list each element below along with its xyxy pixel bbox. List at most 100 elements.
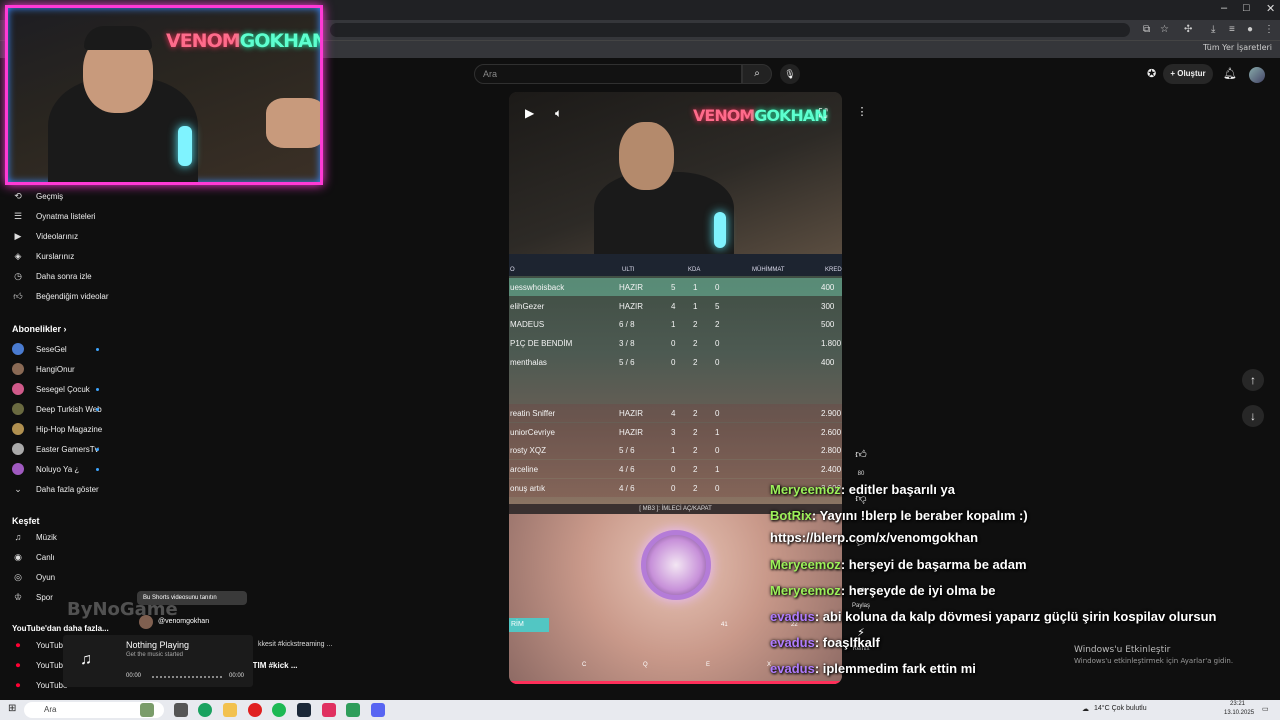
show-more-button[interactable]: ⌄ Daha fazla göster xyxy=(12,480,98,498)
sidebar-item[interactable]: ◷ Daha sonra izle xyxy=(12,267,92,285)
chat-username: Meryeemoz xyxy=(770,583,841,598)
sidebar-item[interactable]: 👍︎ Beğendiğim videolar xyxy=(12,287,108,305)
score-k: 0 xyxy=(671,339,676,349)
taskbar-widget-icon[interactable] xyxy=(140,703,154,717)
live-indicator xyxy=(96,348,99,351)
webcam-overlay: VENOMGOKHAN xyxy=(5,5,323,185)
create-button[interactable]: + Oluştur xyxy=(1163,64,1213,84)
live-indicator xyxy=(96,468,99,471)
subscription-item[interactable]: HangiOnur xyxy=(12,360,75,378)
minimize-button[interactable]: – xyxy=(1221,2,1227,14)
all-bookmarks-link[interactable]: Tüm Yer İşaretleri xyxy=(1203,43,1272,52)
score-k: 4 xyxy=(671,301,676,311)
sidebar-item[interactable]: ☰ Oynatma listeleri xyxy=(12,207,96,225)
file-explorer-icon[interactable] xyxy=(223,703,237,717)
subscription-item[interactable]: Deep Turkish Web xyxy=(12,400,102,418)
score-k: 3 xyxy=(671,427,676,437)
download-icon[interactable]: ⤓ xyxy=(1211,24,1215,35)
next-short-button[interactable]: ↓ xyxy=(1242,405,1264,427)
score-a: 2 xyxy=(715,320,720,330)
score-name: arceline xyxy=(510,465,539,475)
chat-text: : foaşlfkalf xyxy=(814,635,880,650)
menu-icon[interactable]: ⋮ xyxy=(1264,24,1274,35)
music-progress[interactable] xyxy=(152,676,222,678)
voice-search-button[interactable]: 🎙 xyxy=(780,64,800,84)
subscription-item[interactable]: Noluyo Ya ¿ xyxy=(12,460,79,478)
windows-start-icon[interactable]: ⊞ xyxy=(8,703,16,714)
ammo-count: 41 xyxy=(721,622,728,628)
notification-icon[interactable]: ▭ xyxy=(1262,705,1269,713)
score-ulti: 5 / 6 xyxy=(619,446,635,456)
steam-icon[interactable] xyxy=(297,703,311,717)
extensions-icon[interactable]: ✣ xyxy=(1184,24,1192,35)
subscription-item[interactable]: SeseGel xyxy=(12,340,67,358)
channel-avatar xyxy=(12,343,24,355)
search-button[interactable]: ⌕ xyxy=(742,64,772,84)
explore-item[interactable]: ♫ Müzik xyxy=(12,528,57,546)
sidebar-item[interactable]: ◈ Kurslarınız xyxy=(12,247,75,265)
youtube-app-item[interactable]: ⏺ YouTube xyxy=(12,656,68,674)
subscriptions-heading[interactable]: Abonelikler › xyxy=(12,324,67,334)
install-icon[interactable]: ⧉ xyxy=(1143,24,1150,35)
subscription-item[interactable]: Sesegel Çocuk xyxy=(12,380,90,398)
subscription-label: Hip-Hop Magazine xyxy=(36,424,103,434)
chat-message: Meryeemoz: editler başarılı ya xyxy=(770,482,955,497)
subscription-item[interactable]: Hip-Hop Magazine xyxy=(12,420,102,438)
agent-ability-icon xyxy=(641,530,711,600)
youtube-logo-icon: ⏺ xyxy=(15,659,21,670)
discord-icon[interactable] xyxy=(371,703,385,717)
score-name: reatin Sniffer xyxy=(510,409,556,418)
scoreboard-row: reatin Sniffer HAZIR 4 2 0 2.900 xyxy=(509,404,842,422)
chat-username: BotRix xyxy=(770,508,812,523)
headphones xyxy=(84,26,152,50)
address-bar[interactable] xyxy=(330,23,1130,37)
like-icon[interactable]: 👍︎ xyxy=(851,448,871,461)
youtube-app-item[interactable]: ⏺ YouTube xyxy=(12,676,68,694)
bell-icon[interactable]: 🔔︎ xyxy=(1223,67,1237,80)
fullscreen-icon[interactable]: ⛶ xyxy=(819,106,827,121)
opera-icon[interactable] xyxy=(248,703,262,717)
explore-item[interactable]: ♔ Spor xyxy=(12,588,53,606)
weather-icon[interactable]: ☁ xyxy=(1082,705,1089,713)
profile-icon[interactable]: ● xyxy=(1247,24,1253,35)
more-options-icon[interactable]: ⋮ xyxy=(852,105,872,118)
chrome-icon[interactable] xyxy=(198,703,212,717)
short-progress-bar[interactable] xyxy=(509,681,842,684)
score-k: 5 xyxy=(671,283,676,292)
score-name: rosty XQZ xyxy=(510,446,547,456)
subscription-item[interactable]: Easter GamersTv xyxy=(12,440,99,458)
media-icon[interactable]: ≡ xyxy=(1229,24,1235,35)
task-view-icon[interactable] xyxy=(174,703,188,717)
explore-item[interactable]: ◉ Canlı xyxy=(12,548,55,566)
weather-text[interactable]: 14°C Çok bulutlu xyxy=(1094,705,1147,712)
score-d: 2 xyxy=(693,427,698,437)
obs-icon[interactable] xyxy=(346,703,360,717)
clock-date[interactable]: 13.10.2025 xyxy=(1224,710,1254,716)
short-tags[interactable]: kkesit #kickstreaming ... xyxy=(258,641,332,648)
search-input[interactable]: Ara xyxy=(474,64,742,84)
star-icon[interactable]: ☆ xyxy=(1160,24,1169,35)
scoreboard-row: uniorCevriye HAZIR 3 2 1 2.600 xyxy=(509,422,842,441)
volume-icon[interactable]: 🔈︎ xyxy=(555,106,562,121)
sidebar-item[interactable]: ▶ Videolarınız xyxy=(12,227,79,245)
sidebar-item[interactable]: ⟲ Geçmiş xyxy=(12,187,63,205)
explore-item-label: Canlı xyxy=(36,552,55,562)
spotify-icon[interactable] xyxy=(272,703,286,717)
score-d: 2 xyxy=(693,320,698,330)
subscription-label: Sesegel Çocuk xyxy=(36,384,90,394)
youtube-app-item[interactable]: ⏺ YouTube xyxy=(12,636,68,654)
maximize-button[interactable]: □ xyxy=(1243,2,1250,14)
close-button[interactable]: ✕ xyxy=(1266,2,1275,15)
play-icon[interactable]: ▶ xyxy=(525,106,534,120)
score-d: 1 xyxy=(693,283,698,292)
rim-tag: RİM xyxy=(509,618,549,632)
live-indicator xyxy=(96,448,99,451)
explore-item[interactable]: ◎ Oyun xyxy=(12,568,55,586)
app-icon[interactable] xyxy=(322,703,336,717)
clock-time[interactable]: 23:21 xyxy=(1230,701,1245,707)
gamepad-icon[interactable]: ✪ xyxy=(1147,67,1156,80)
account-avatar[interactable] xyxy=(1249,67,1265,83)
more-from-youtube-heading: YouTube'dan daha fazla... xyxy=(12,624,109,633)
explore-item-label: Spor xyxy=(36,592,53,602)
previous-short-button[interactable]: ↑ xyxy=(1242,369,1264,391)
